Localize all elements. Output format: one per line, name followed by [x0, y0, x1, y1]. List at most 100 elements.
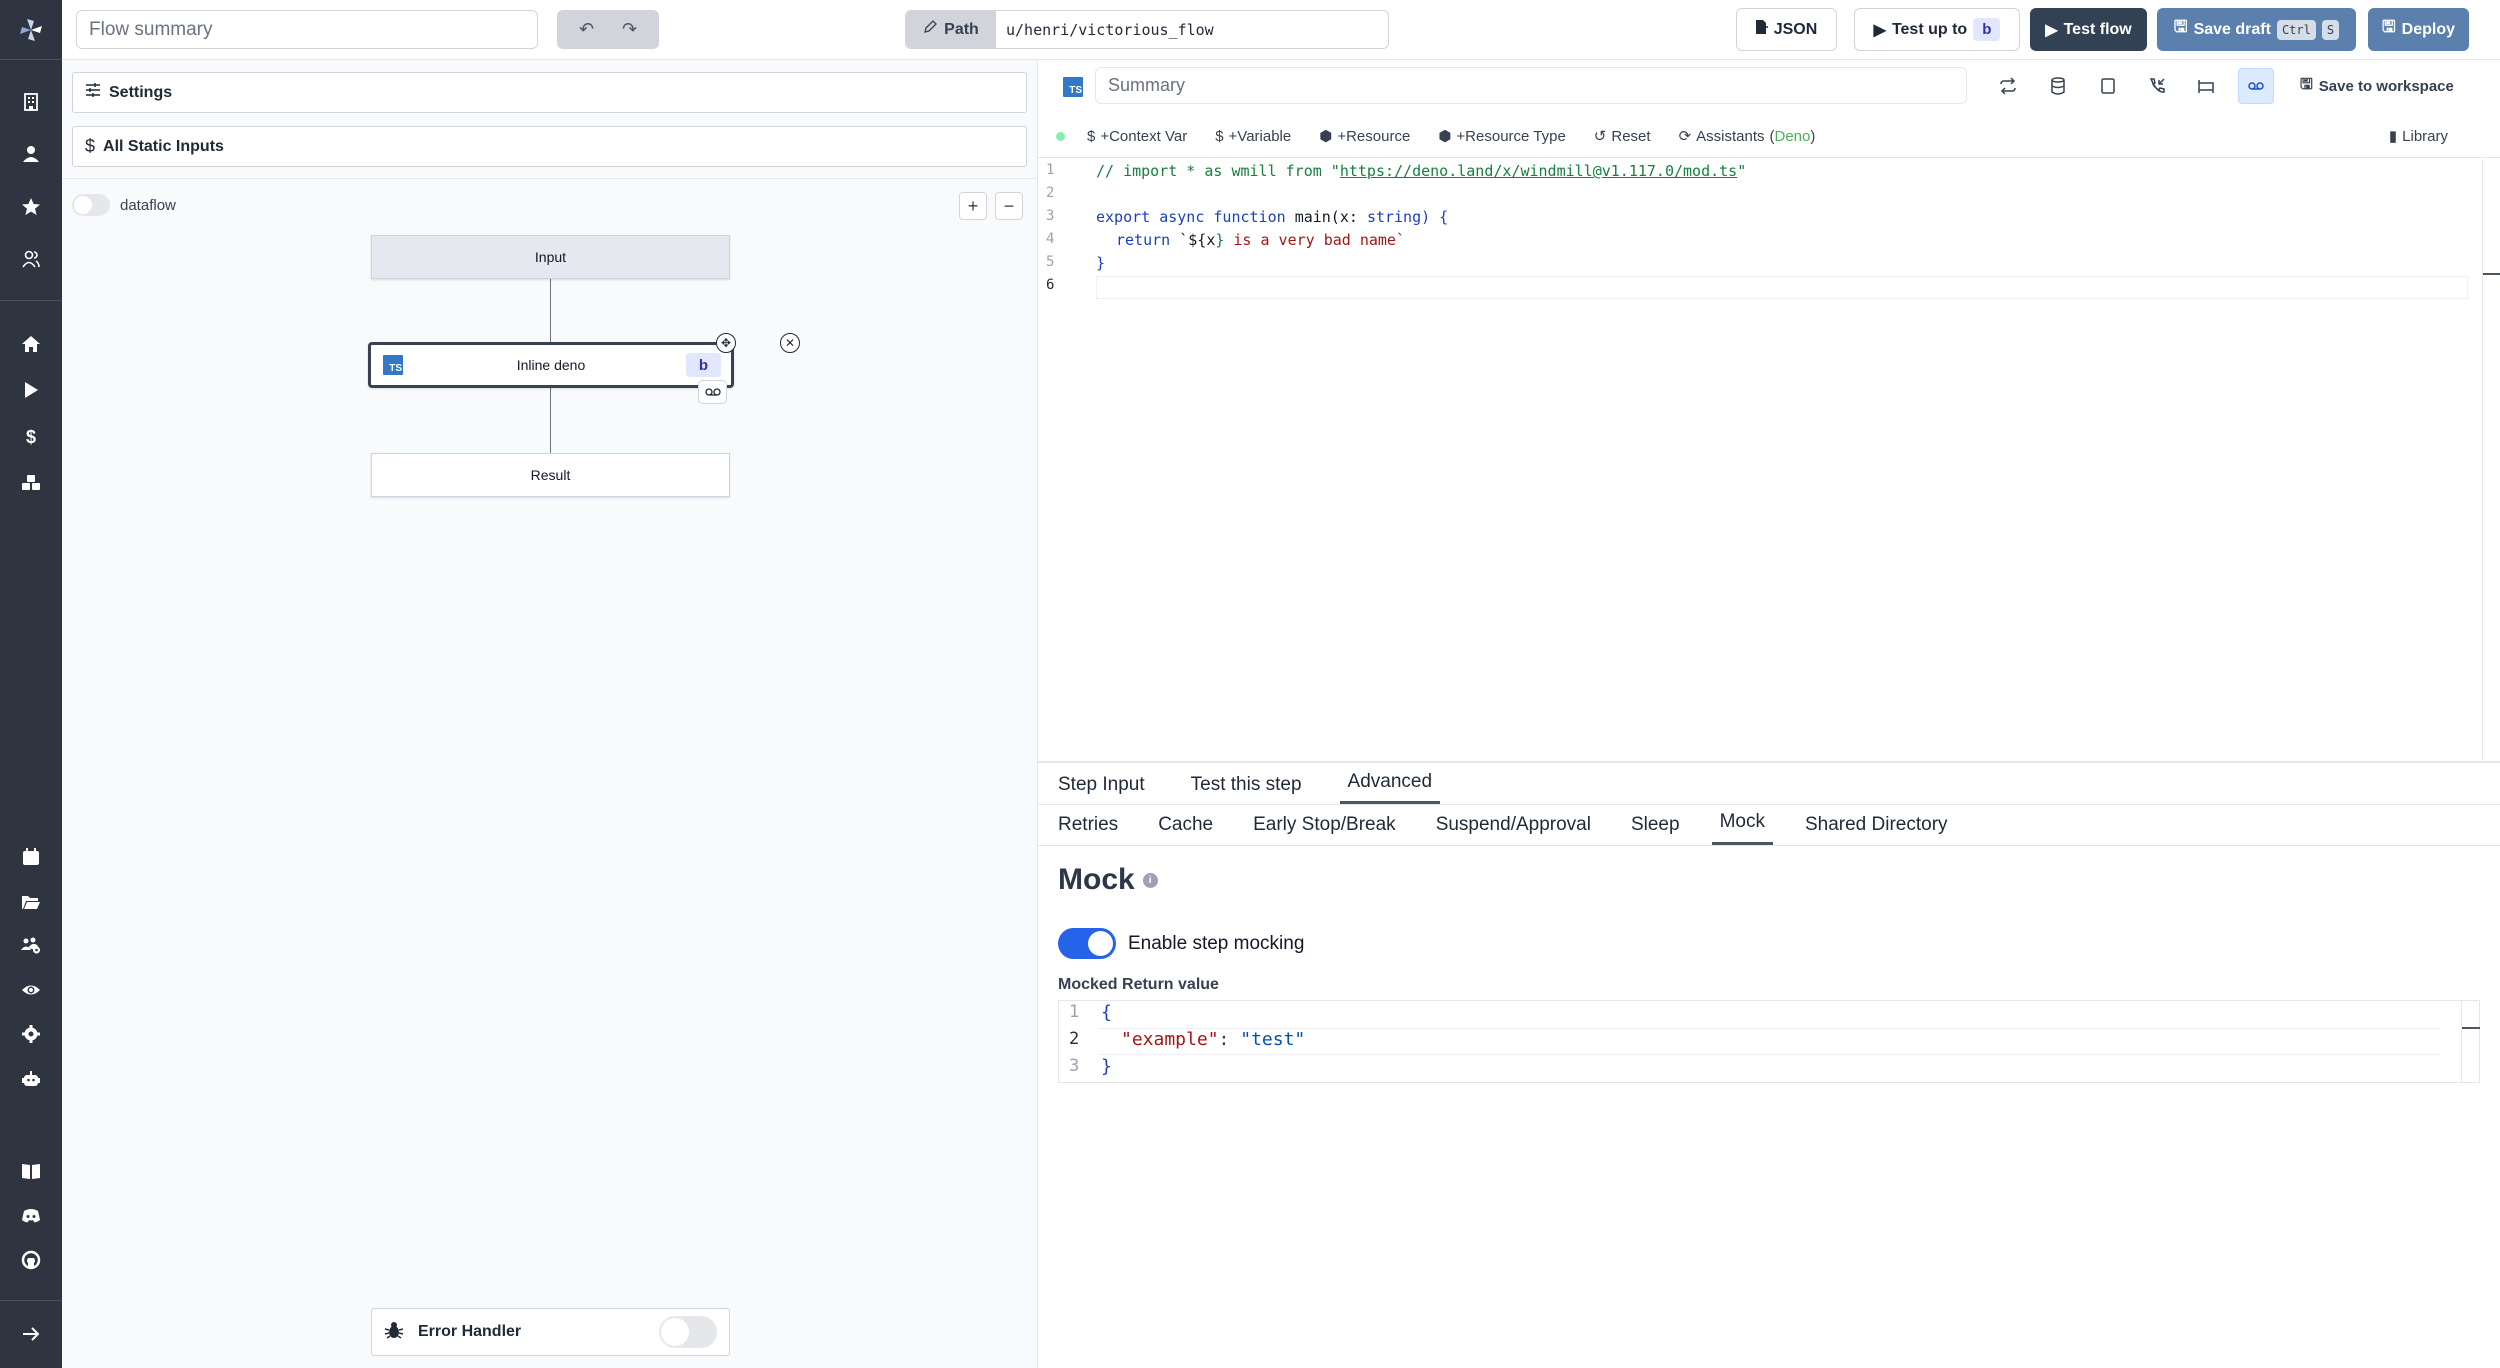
mock-json-editor[interactable]: 1 2 3 { "example": "test" }: [1058, 1000, 2480, 1083]
save-draft-button[interactable]: 🖫 Save draft Ctrl S: [2157, 8, 2356, 51]
top-bar: Flow summary ↶ ↷ Path u/henri/victorious…: [62, 0, 2500, 60]
undo-icon[interactable]: ↶: [579, 19, 594, 40]
arrow-right-icon[interactable]: [0, 1317, 62, 1351]
bug-icon: [384, 1320, 404, 1345]
code-line: return `${x} is a very bad name`: [1116, 231, 1405, 249]
line-number: 6: [1046, 277, 1055, 293]
tab-advanced[interactable]: Advanced: [1339, 771, 1441, 804]
play-icon: ▶: [2045, 21, 2058, 39]
kbd-ctrl: Ctrl: [2276, 19, 2316, 40]
code-line: // import * as wmill from "https://deno.…: [1096, 162, 1747, 180]
pencil-icon: [923, 20, 938, 39]
line-number: 2: [1069, 1029, 1080, 1049]
path-input[interactable]: u/henri/victorious_flow: [996, 11, 1388, 48]
settings-button[interactable]: Settings: [72, 72, 1027, 113]
error-handler[interactable]: Error Handler: [371, 1308, 730, 1356]
variable-button[interactable]: $ +Variable: [1215, 128, 1291, 145]
enable-mocking-toggle[interactable]: [1058, 928, 1116, 959]
resource-button[interactable]: ⬢ +Resource: [1319, 127, 1410, 146]
subtab-retries[interactable]: Retries: [1050, 814, 1126, 845]
reset-button[interactable]: ↺ Reset: [1593, 127, 1651, 146]
deploy-button[interactable]: 🖫 Deploy: [2368, 8, 2469, 51]
github-icon[interactable]: [0, 1243, 62, 1277]
redo-icon[interactable]: ↷: [622, 19, 637, 40]
editor-scrollbar[interactable]: [2461, 1001, 2480, 1082]
mock-voicemail-icon[interactable]: [698, 380, 727, 404]
static-inputs-button[interactable]: $ All Static Inputs: [72, 126, 1027, 167]
save-icon: 🖫: [2382, 19, 2396, 36]
zoom-in-button[interactable]: +: [959, 192, 987, 220]
advanced-subtabs: Retries Cache Early Stop/Break Suspend/A…: [1038, 806, 2500, 846]
discord-icon[interactable]: [0, 1199, 62, 1233]
json-button[interactable]: JSON: [1736, 8, 1837, 51]
input-node[interactable]: Input: [371, 235, 730, 279]
line-number: 1: [1046, 162, 1055, 178]
user-icon[interactable]: [0, 137, 62, 171]
line-number: 5: [1046, 254, 1055, 270]
library-button[interactable]: ▮ Library: [2388, 127, 2448, 146]
assistants-button[interactable]: ⟳ Assistants (Deno): [1679, 127, 1816, 146]
star-icon[interactable]: [0, 190, 62, 224]
audit-logs-icon[interactable]: [0, 973, 62, 1007]
switch-icon[interactable]: [1990, 68, 2026, 104]
bed-icon[interactable]: [2188, 68, 2224, 104]
settings-icon[interactable]: [0, 1017, 62, 1051]
square-icon[interactable]: [2090, 68, 2126, 104]
result-node[interactable]: Result: [371, 453, 730, 497]
dataflow-toggle[interactable]: [72, 194, 110, 216]
step-editor-panel: TS Summary 🖫 Save to workspace $ +Context…: [1038, 60, 2500, 1368]
groups-settings-icon[interactable]: [0, 928, 62, 962]
test-up-to-button[interactable]: ▶ Test up to b: [1854, 8, 2020, 51]
runs-icon[interactable]: [0, 373, 62, 407]
summary-row: TS Summary 🖫 Save to workspace: [1038, 60, 2500, 114]
error-handler-toggle[interactable]: [659, 1316, 717, 1348]
workspace-icon[interactable]: [0, 85, 62, 119]
assistants-lang: Deno: [1774, 127, 1811, 145]
phone-incoming-icon[interactable]: [2139, 68, 2175, 104]
editor-scrollbar[interactable]: [2482, 159, 2500, 761]
code-line: }: [1101, 1056, 1112, 1077]
save-icon: 🖫: [2300, 76, 2313, 93]
tab-step-input[interactable]: Step Input: [1050, 774, 1153, 804]
variables-icon[interactable]: $: [0, 420, 62, 454]
database-icon[interactable]: [2040, 68, 2076, 104]
editor-toolbar: $ +Context Var $ +Variable ⬢ +Resource ⬢ +Re…: [1038, 115, 2500, 158]
subtab-shared-directory[interactable]: Shared Directory: [1797, 814, 1956, 845]
subtab-sleep[interactable]: Sleep: [1623, 814, 1688, 845]
mock-voicemail-icon[interactable]: [2238, 68, 2274, 104]
sidebar-divider: [0, 1300, 62, 1301]
subtab-cache[interactable]: Cache: [1150, 814, 1221, 845]
workers-icon[interactable]: [0, 1062, 62, 1096]
flow-summary-input[interactable]: Flow summary: [76, 10, 538, 49]
subtab-early-stop[interactable]: Early Stop/Break: [1245, 814, 1404, 845]
path-field[interactable]: Path u/henri/victorious_flow: [905, 10, 1389, 49]
typescript-icon: TS: [383, 355, 403, 375]
book-icon: ▮: [2388, 128, 2398, 145]
subtab-suspend[interactable]: Suspend/Approval: [1428, 814, 1599, 845]
code-editor[interactable]: 1 2 3 4 5 6 // import * as wmill from "h…: [1038, 159, 2500, 763]
schedules-icon[interactable]: [0, 840, 62, 874]
folders-icon[interactable]: [0, 885, 62, 919]
subtab-mock[interactable]: Mock: [1711, 811, 1773, 845]
dollar-icon: $: [1087, 127, 1096, 145]
rotate-ccw-icon: ↺: [1593, 128, 1607, 145]
mocked-return-label: Mocked Return value: [1058, 976, 1219, 993]
context-var-button[interactable]: $ +Context Var: [1087, 128, 1187, 145]
docs-icon[interactable]: [0, 1154, 62, 1188]
tab-test-this-step[interactable]: Test this step: [1183, 774, 1310, 804]
info-icon[interactable]: i: [1142, 872, 1158, 888]
home-icon[interactable]: [0, 327, 62, 361]
step-node[interactable]: TS Inline deno b: [368, 342, 734, 388]
zoom-out-button[interactable]: −: [995, 192, 1023, 220]
move-icon[interactable]: ✥: [716, 333, 736, 353]
mock-heading: Mock i: [1058, 863, 1158, 897]
resources-icon[interactable]: [0, 466, 62, 500]
summary-input[interactable]: Summary: [1095, 67, 1967, 104]
sidebar-divider: [0, 300, 62, 301]
delete-step-icon[interactable]: ✕: [780, 333, 800, 353]
save-to-workspace-button[interactable]: 🖫 Save to workspace: [2300, 74, 2454, 99]
groups-icon[interactable]: [0, 242, 62, 276]
test-flow-button[interactable]: ▶ Test flow: [2030, 8, 2147, 51]
windmill-logo[interactable]: [0, 0, 62, 60]
resource-type-button[interactable]: ⬢ +Resource Type: [1438, 127, 1565, 146]
